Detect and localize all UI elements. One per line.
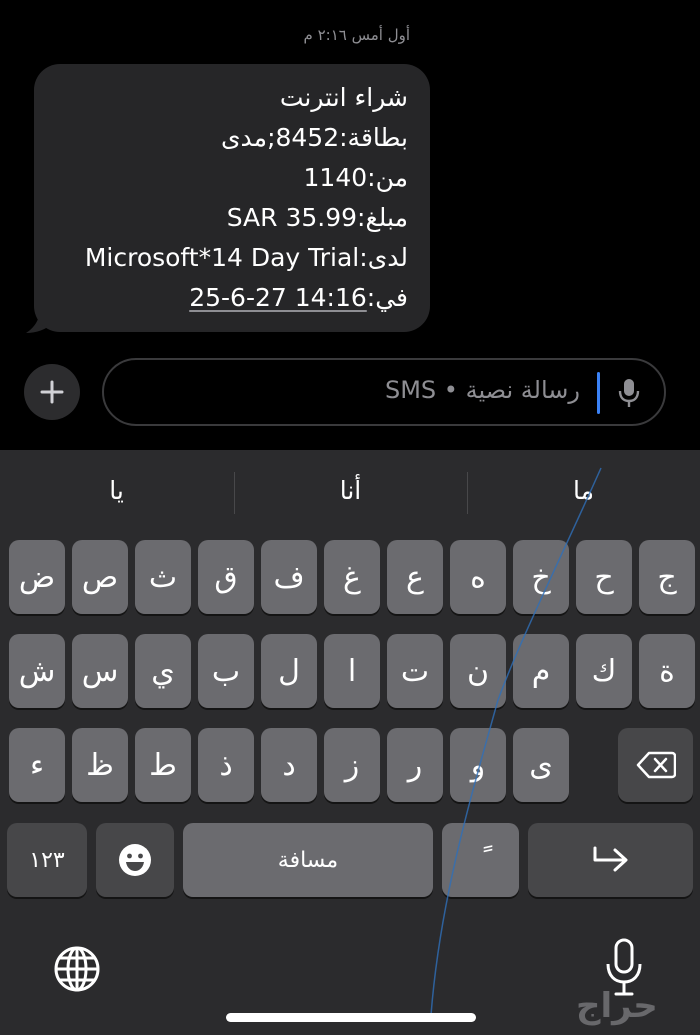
key[interactable]: ه [450, 540, 506, 614]
key[interactable]: د [261, 728, 317, 802]
plus-icon [40, 380, 64, 404]
key[interactable]: ص [72, 540, 128, 614]
emoji-icon [119, 844, 151, 876]
space-key[interactable]: مسافة [183, 823, 433, 897]
message-input-placeholder: رسالة نصية • SMS [384, 376, 580, 404]
key[interactable]: ط [135, 728, 191, 802]
key[interactable]: ش [9, 634, 65, 708]
key[interactable]: ذ [198, 728, 254, 802]
key[interactable]: ي [135, 634, 191, 708]
watermark-logo: حراج [576, 986, 658, 1026]
message-bubble[interactable]: شراء انترنت بطاقة:8452;مدى من:1140 مبلغ:… [34, 64, 430, 332]
key[interactable]: ح [576, 540, 632, 614]
key[interactable]: ظ [72, 728, 128, 802]
key[interactable]: غ [324, 540, 380, 614]
key[interactable]: ر [387, 728, 443, 802]
key[interactable]: ع [387, 540, 443, 614]
delete-key[interactable] [618, 728, 693, 802]
key[interactable]: ء [9, 728, 65, 802]
tanween-key[interactable]: ً [442, 823, 519, 897]
key[interactable]: ف [261, 540, 317, 614]
key[interactable]: م [513, 634, 569, 708]
message-line: بطاقة:8452;مدى [220, 123, 408, 152]
message-line-date: في:25-6-27 14:16 [34, 278, 408, 318]
home-indicator[interactable] [226, 1013, 476, 1022]
key[interactable]: و [450, 728, 506, 802]
date-link[interactable]: 25-6-27 14:16 [189, 283, 367, 312]
keyboard: ما أنا يا ج ح خ ه ع غ ف ق ث ص ض ة ك م ن … [0, 450, 700, 1035]
suggestion-divider [234, 472, 235, 514]
numbers-key[interactable]: ١٢٣ [7, 823, 87, 897]
return-arrow-icon [593, 846, 627, 872]
emoji-key[interactable] [96, 823, 174, 897]
key[interactable]: ق [198, 540, 254, 614]
key[interactable]: ى [513, 728, 569, 802]
add-attachment-button[interactable] [24, 364, 80, 420]
message-line: شراء انترنت [279, 83, 408, 112]
message-input[interactable]: رسالة نصية • SMS [102, 358, 666, 426]
key[interactable]: ك [576, 634, 632, 708]
key[interactable]: س [72, 634, 128, 708]
key[interactable]: ن [450, 634, 506, 708]
suggestion-bar: ما أنا يا [0, 450, 700, 536]
key[interactable]: ا [324, 634, 380, 708]
key[interactable]: ة [639, 634, 695, 708]
return-key[interactable] [528, 823, 693, 897]
message-line: مبلغ:SAR 35.99 [226, 203, 408, 232]
key[interactable]: ض [9, 540, 65, 614]
key[interactable]: ج [639, 540, 695, 614]
message-line: من:1140 [303, 163, 408, 192]
text-caret [597, 372, 600, 414]
suggestion-divider [467, 472, 468, 514]
message-timestamp: أول أمس ٢:١٦ م [303, 26, 410, 44]
key[interactable]: ث [135, 540, 191, 614]
message-line: لدى:Microsoft*14 Day Trial [84, 243, 408, 272]
globe-icon[interactable] [52, 944, 102, 994]
suggestion-item[interactable]: أنا [234, 476, 467, 505]
suggestion-item[interactable]: ما [467, 476, 700, 505]
delete-backspace-icon [636, 751, 676, 779]
key[interactable]: ت [387, 634, 443, 708]
key[interactable]: ز [324, 728, 380, 802]
key[interactable]: ب [198, 634, 254, 708]
suggestion-item[interactable]: يا [0, 476, 233, 505]
key[interactable]: خ [513, 540, 569, 614]
message-line-prefix: في: [366, 283, 408, 312]
key[interactable]: ل [261, 634, 317, 708]
microphone-icon[interactable] [618, 378, 640, 408]
